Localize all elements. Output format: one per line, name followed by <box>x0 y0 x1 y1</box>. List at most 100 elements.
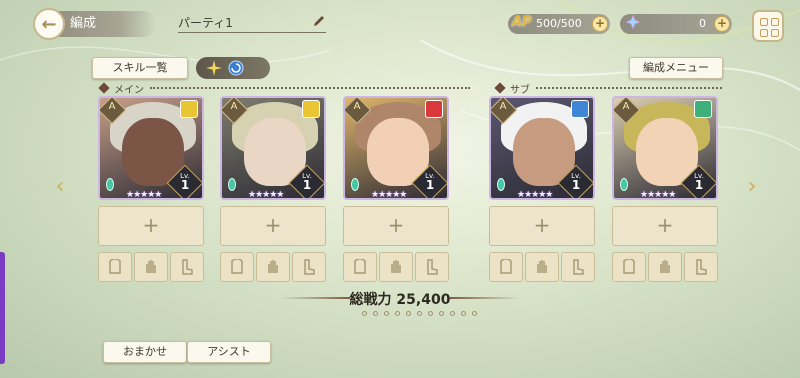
role-glyph: A <box>108 101 116 112</box>
boot-slot-icon[interactable] <box>415 252 449 282</box>
left-scroll-indicator[interactable] <box>0 252 5 364</box>
boot-slot-icon[interactable] <box>170 252 204 282</box>
equipment-add-slot[interactable]: + <box>612 206 718 246</box>
equipment-add-slot[interactable]: + <box>343 206 449 246</box>
boot-slot-icon[interactable] <box>684 252 718 282</box>
character-portrait[interactable]: A ★★★★★ Lv. 1 <box>343 96 449 200</box>
sub-section-label: サブ <box>510 85 530 96</box>
equipment-add-plus: + <box>533 213 551 237</box>
level-value: 1 <box>571 178 581 192</box>
power-ornament-right <box>450 297 520 299</box>
boot-slot-icon[interactable] <box>561 252 595 282</box>
ap-value: 500/500 <box>536 17 582 30</box>
level-text: Lv. 1 <box>565 172 587 192</box>
armor-slot-icon[interactable] <box>489 252 523 282</box>
rarity-gem-icon <box>106 178 114 191</box>
glove-slot-icon[interactable] <box>256 252 290 282</box>
level-text: Lv. 1 <box>296 172 318 192</box>
rarity-stars: ★★★★★ <box>371 190 407 200</box>
crystal-plus-button[interactable]: + <box>714 16 730 32</box>
character-card[interactable]: A ★★★★★ Lv. 1 + <box>612 96 718 284</box>
assist-button[interactable]: アシスト <box>187 341 271 363</box>
character-portrait[interactable]: A ★★★★★ Lv. 1 <box>220 96 326 200</box>
boot-slot-icon[interactable] <box>292 252 326 282</box>
prev-party-arrow-icon[interactable]: ‹ <box>52 175 68 199</box>
armor-slot-icon[interactable] <box>343 252 377 282</box>
auto-assign-button[interactable]: おまかせ <box>103 341 187 363</box>
gear-slots <box>343 252 449 282</box>
character-portrait[interactable]: A ★★★★★ Lv. 1 <box>612 96 718 200</box>
sub-section-diamond <box>494 82 506 94</box>
armor-slot-icon[interactable] <box>98 252 132 282</box>
total-power: 総戦力 25,400 <box>349 292 451 308</box>
character-card[interactable]: A ★★★★★ Lv. 1 + <box>98 96 204 284</box>
role-glyph: A <box>353 101 361 112</box>
gear-slots <box>220 252 326 282</box>
ap-plus-button[interactable]: + <box>592 16 608 32</box>
skill-list-label: スキル一覧 <box>112 61 168 74</box>
role-glyph: A <box>622 101 630 112</box>
sub-section-divider <box>536 87 722 89</box>
swirl-icon <box>228 60 244 76</box>
crystal-value: 0 <box>699 17 706 30</box>
element-green-icon <box>694 100 712 118</box>
glove-slot-icon[interactable] <box>134 252 168 282</box>
glove-slot-icon[interactable] <box>648 252 682 282</box>
element-red-icon <box>425 100 443 118</box>
party-name[interactable]: パーティ1 <box>178 14 233 31</box>
element-filter-toggle[interactable] <box>196 57 270 79</box>
main-menu-grid-icon[interactable] <box>752 10 784 42</box>
rarity-stars: ★★★★★ <box>126 190 162 200</box>
level-value: 1 <box>425 178 435 192</box>
level-value: 1 <box>694 178 704 192</box>
gear-slots <box>489 252 595 282</box>
level-value: 1 <box>180 178 190 192</box>
skill-list-button[interactable]: スキル一覧 <box>92 57 188 79</box>
rarity-gem-icon <box>351 178 359 191</box>
next-party-arrow-icon[interactable]: › <box>744 175 760 199</box>
character-card[interactable]: A ★★★★★ Lv. 1 + <box>220 96 326 284</box>
level-value: 1 <box>302 178 312 192</box>
rarity-stars: ★★★★★ <box>640 190 676 200</box>
level-text: Lv. 1 <box>174 172 196 192</box>
party-name-underline <box>178 32 326 33</box>
equipment-add-plus: + <box>387 213 405 237</box>
pencil-icon[interactable] <box>312 14 326 28</box>
character-portrait[interactable]: A ★★★★★ Lv. 1 <box>489 96 595 200</box>
party-menu-button[interactable]: 編成メニュー <box>629 57 723 79</box>
armor-slot-icon[interactable] <box>612 252 646 282</box>
gear-slots <box>612 252 718 282</box>
page-indicator <box>362 311 477 316</box>
character-card[interactable]: A ★★★★★ Lv. 1 + <box>343 96 449 284</box>
back-arrow-icon[interactable]: ← <box>33 8 65 40</box>
rarity-gem-icon <box>620 178 628 191</box>
role-glyph: A <box>499 101 507 112</box>
equipment-add-plus: + <box>264 213 282 237</box>
rarity-stars: ★★★★★ <box>517 190 553 200</box>
crystal-icon <box>626 15 640 29</box>
element-yellow-icon <box>180 100 198 118</box>
equipment-add-slot[interactable]: + <box>98 206 204 246</box>
gear-slots <box>98 252 204 282</box>
auto-assign-label: おまかせ <box>123 345 167 358</box>
role-glyph: A <box>230 101 238 112</box>
glove-slot-icon[interactable] <box>379 252 413 282</box>
glove-slot-icon[interactable] <box>525 252 559 282</box>
back-label: 編成 <box>70 16 97 31</box>
ap-icon: AP <box>512 15 532 30</box>
assist-label: アシスト <box>207 345 251 358</box>
level-text: Lv. 1 <box>419 172 441 192</box>
main-section-label: メイン <box>114 85 144 96</box>
equipment-add-slot[interactable]: + <box>220 206 326 246</box>
element-yellow-icon <box>302 100 320 118</box>
character-card[interactable]: A ★★★★★ Lv. 1 + <box>489 96 595 284</box>
equipment-add-slot[interactable]: + <box>489 206 595 246</box>
armor-slot-icon[interactable] <box>220 252 254 282</box>
rarity-stars: ★★★★★ <box>248 190 284 200</box>
equipment-add-plus: + <box>656 213 674 237</box>
element-blue-icon <box>571 100 589 118</box>
main-section-diamond <box>98 82 110 94</box>
party-menu-label: 編成メニュー <box>643 61 709 74</box>
character-portrait[interactable]: A ★★★★★ Lv. 1 <box>98 96 204 200</box>
rarity-gem-icon <box>228 178 236 191</box>
